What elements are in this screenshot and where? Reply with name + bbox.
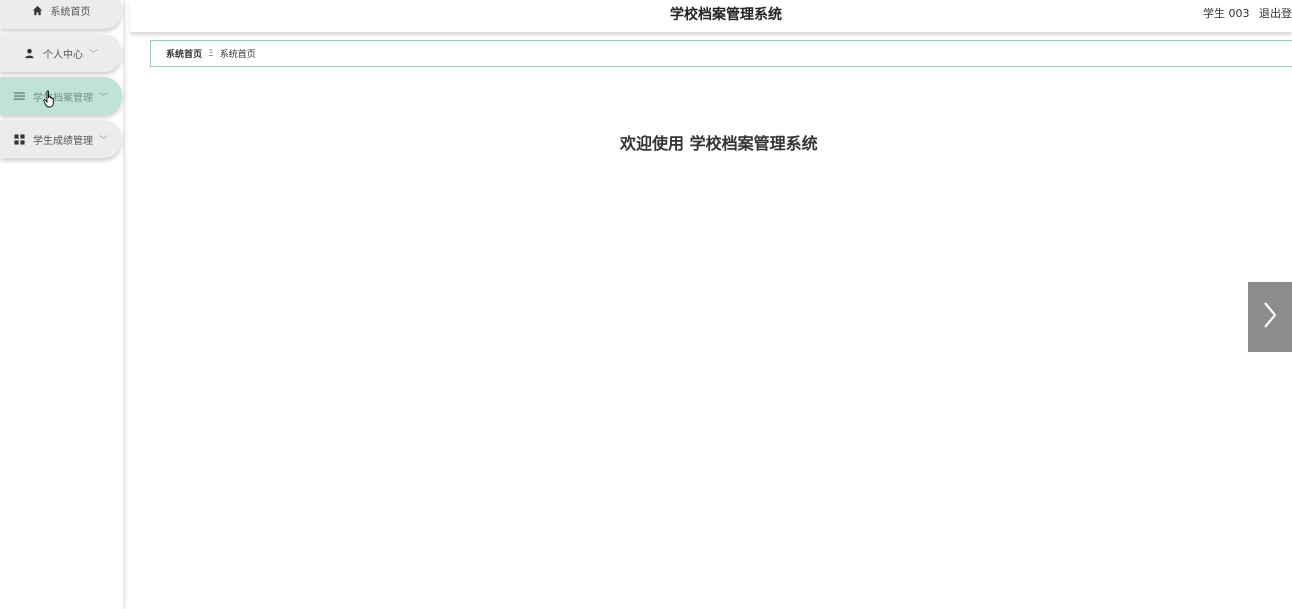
breadcrumb: 系统首页 Ξ 系统首页 [150, 40, 1292, 67]
user-area: 学生 003 退出登录 [1203, 5, 1292, 21]
list-icon [14, 90, 26, 102]
next-arrow-button[interactable] [1248, 282, 1292, 352]
top-header: 学校档案管理系统 学生 003 退出登录 [130, 0, 1292, 32]
app-title: 学校档案管理系统 [670, 7, 782, 23]
sidebar-item-student-archive[interactable]: 学生档案管理 ﹀ [0, 77, 122, 115]
welcome-heading: 欢迎使用 学校档案管理系统 [620, 134, 818, 153]
chevron-down-icon: ﹀ [88, 49, 98, 60]
sidebar-item-label: 个人中心 [42, 49, 83, 61]
sidebar-item-home[interactable]: 系统首页 [0, 0, 122, 29]
home-icon [32, 4, 44, 16]
hand-cursor-icon [43, 90, 57, 112]
chevron-down-icon: ﹀ [98, 92, 108, 103]
grid-icon [14, 133, 26, 145]
sidebar-item-label: 学生档案管理 [32, 92, 93, 104]
sidebar-item-label: 系统首页 [50, 6, 91, 18]
chevron-right-icon [1261, 300, 1279, 334]
sidebar-item-personal-center[interactable]: 个人中心 ﹀ [0, 34, 122, 72]
sidebar-item-label: 学生成绩管理 [32, 135, 93, 147]
breadcrumb-root[interactable]: 系统首页 [166, 47, 202, 60]
breadcrumb-current: 系统首页 [219, 50, 256, 60]
app-root: 系统首页 个人中心 ﹀ 学生档案管理 ﹀ 学生成绩管理 ﹀ 学校档案管理系统 学… [0, 0, 1292, 609]
sidebar-item-student-grades[interactable]: 学生成绩管理 ﹀ [0, 120, 122, 158]
user-icon [24, 47, 36, 59]
chevron-down-icon: ﹀ [98, 135, 108, 146]
username: 学生 003 [1203, 7, 1250, 20]
sidebar: 系统首页 个人中心 ﹀ 学生档案管理 ﹀ 学生成绩管理 ﹀ [0, 0, 123, 609]
breadcrumb-separator: Ξ [208, 48, 214, 59]
logout-link[interactable]: 退出登录 [1259, 7, 1292, 20]
